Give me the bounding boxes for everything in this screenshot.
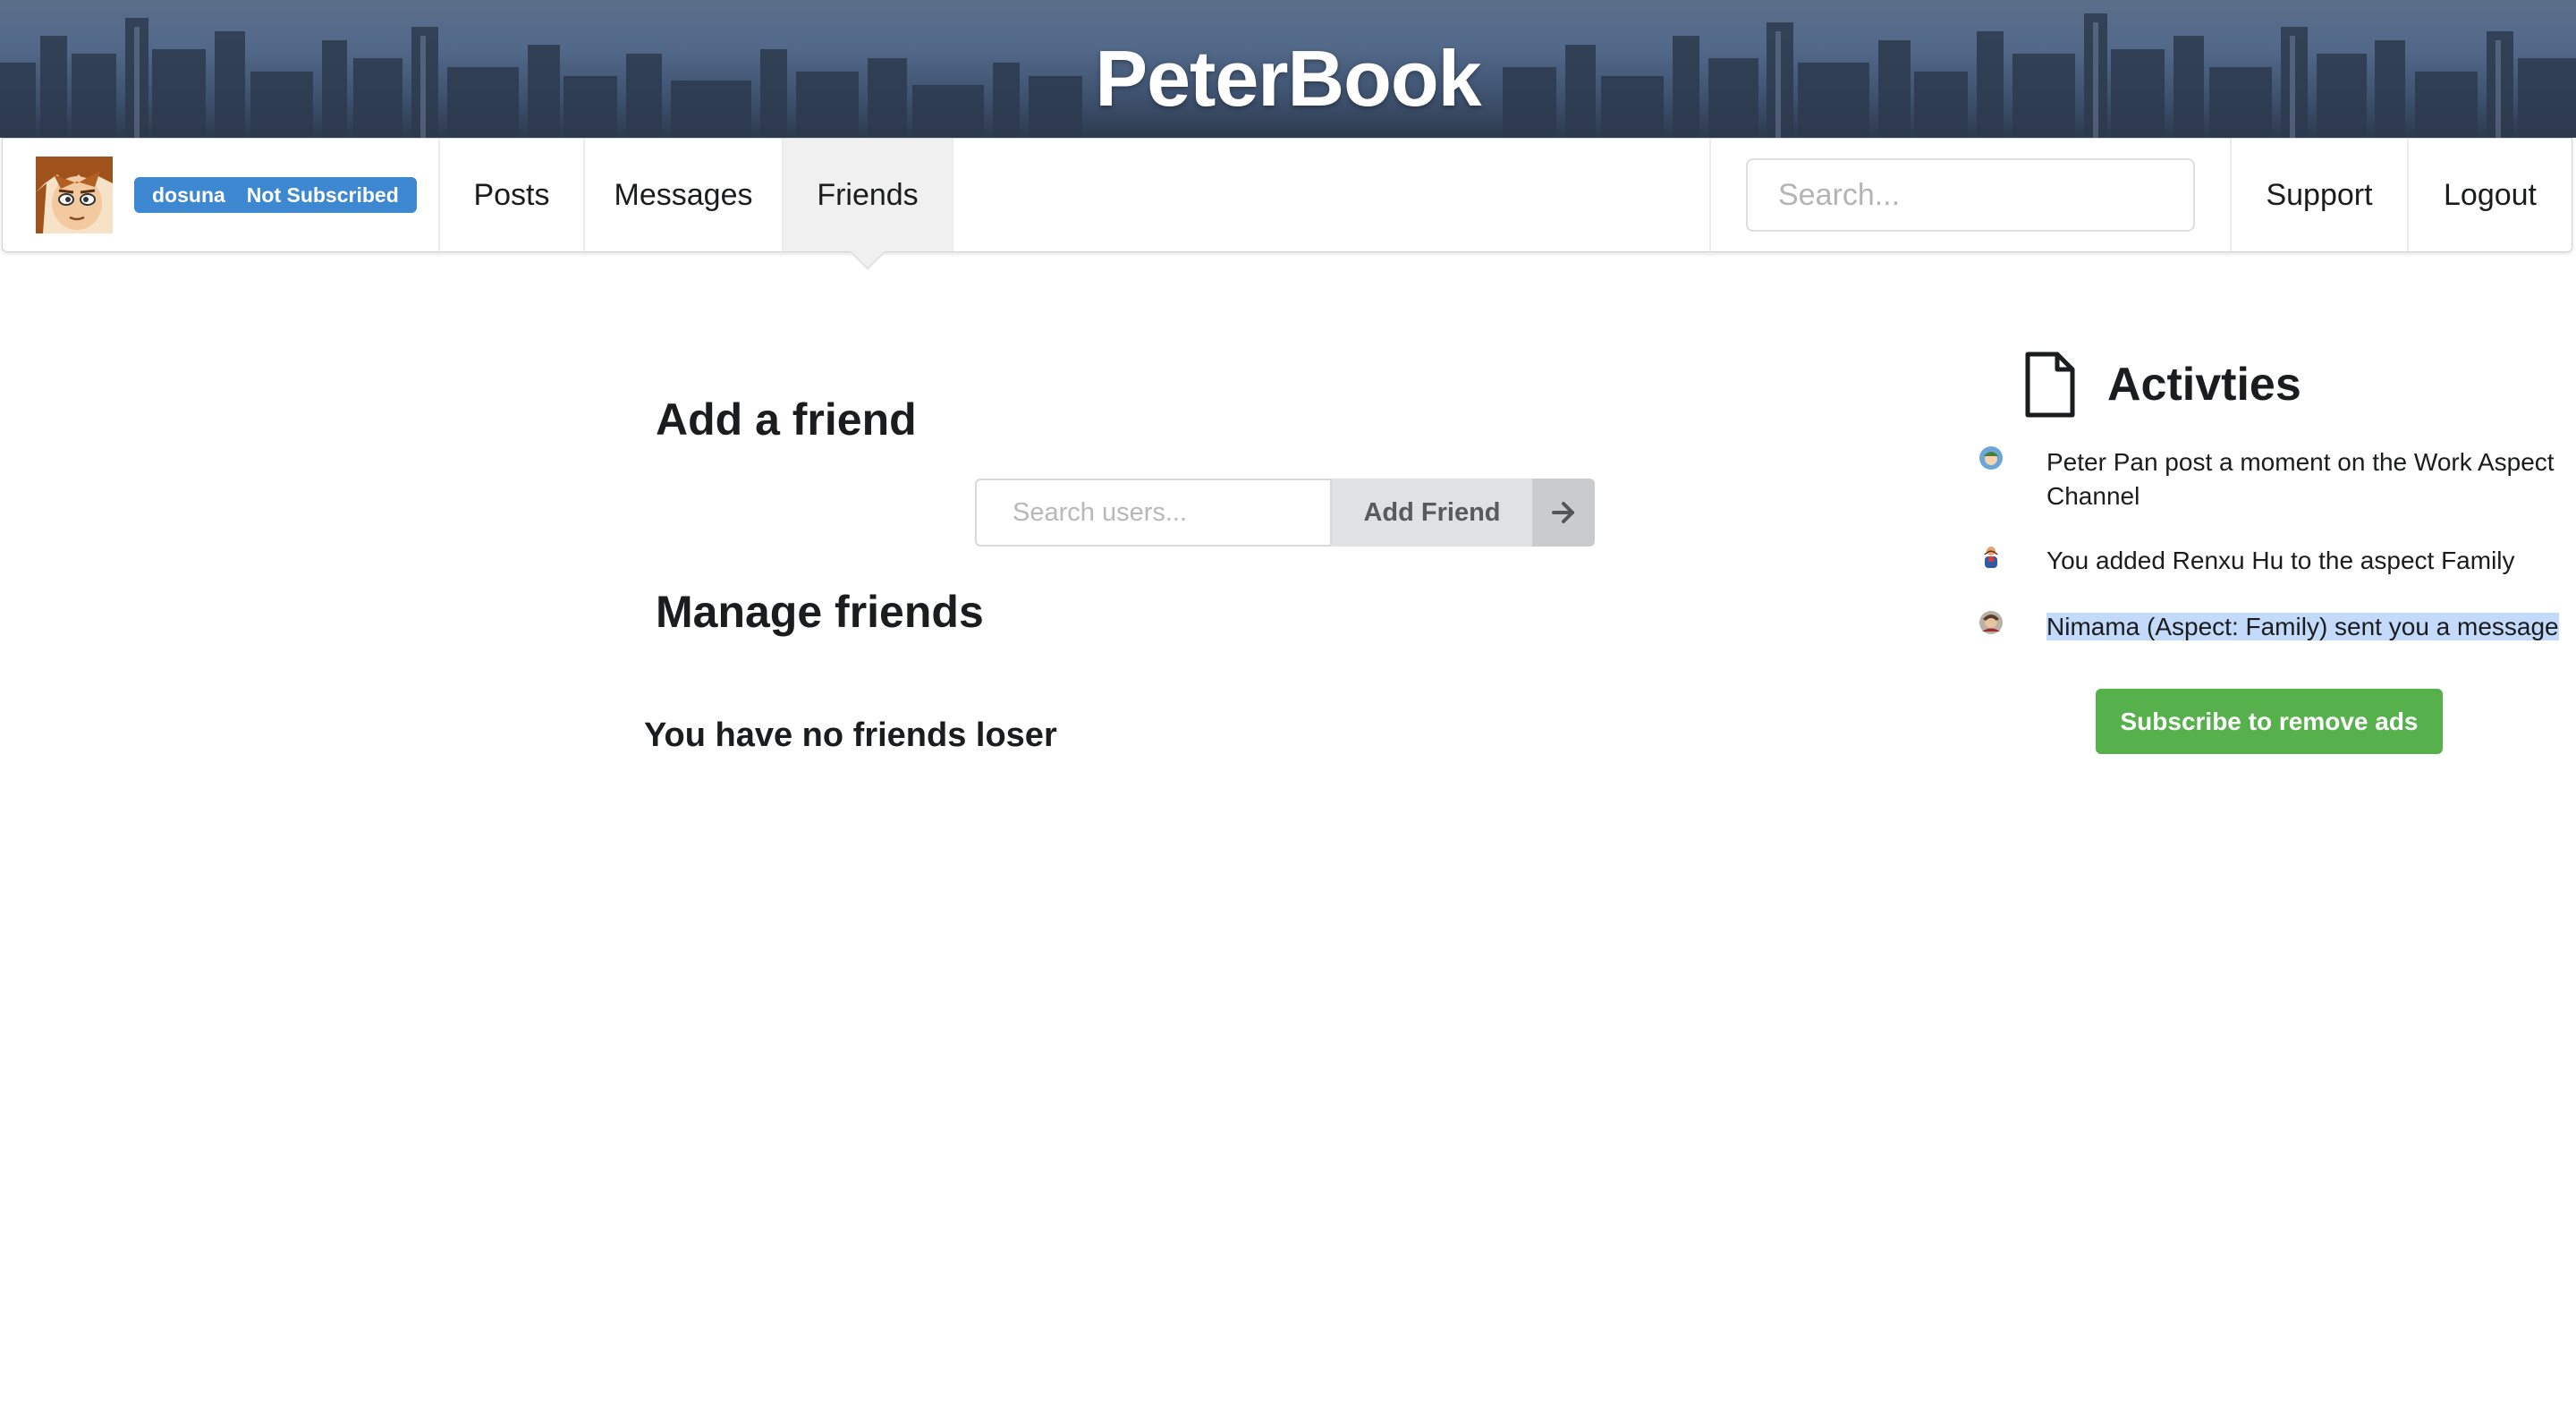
subscription-status: Not Subscribed bbox=[246, 182, 399, 207]
nav-posts[interactable]: Posts bbox=[440, 139, 585, 251]
nav-logout[interactable]: Logout bbox=[2409, 139, 2572, 251]
nav-friends-label: Friends bbox=[817, 177, 919, 212]
nav-messages[interactable]: Messages bbox=[585, 139, 784, 251]
user-avatar[interactable] bbox=[36, 157, 113, 233]
user-avatar-small[interactable] bbox=[1979, 610, 2004, 635]
nav-support[interactable]: Support bbox=[2232, 139, 2409, 251]
nav-messages-label: Messages bbox=[614, 177, 753, 212]
site-title: PeterBook bbox=[1095, 34, 1481, 123]
user-search-field[interactable] bbox=[975, 479, 1352, 547]
user-menu[interactable]: dosuna Not Subscribed bbox=[3, 139, 440, 251]
user-avatar-small[interactable] bbox=[1979, 544, 2004, 569]
site-search-box[interactable] bbox=[1746, 158, 2195, 232]
header-banner: PeterBook bbox=[0, 0, 2576, 138]
user-badge[interactable]: dosuna Not Subscribed bbox=[134, 177, 417, 213]
active-tab-pointer bbox=[850, 234, 886, 270]
site-search bbox=[1709, 139, 2232, 251]
activity-item: Peter Pan post a moment on the Work Aspe… bbox=[1979, 445, 2576, 513]
activity-text: Peter Pan post a moment on the Work Aspe… bbox=[2046, 448, 2555, 510]
nav-friends[interactable]: Friends bbox=[784, 139, 953, 270]
menu-spacer bbox=[953, 139, 1709, 251]
subscribe-button[interactable]: Subscribe to remove ads bbox=[2096, 689, 2443, 754]
activity-item: You added Renxu Hu to the aspect Family bbox=[1979, 544, 2576, 578]
manage-friends-heading: Manage friends bbox=[656, 587, 984, 637]
add-friend-button[interactable]: Add Friend bbox=[1332, 479, 1595, 547]
user-avatar-small[interactable] bbox=[1979, 445, 2004, 470]
add-friend-heading: Add a friend bbox=[656, 394, 917, 445]
activity-text: Nimama (Aspect: Family) sent you a messa… bbox=[2046, 610, 2576, 644]
nav-logout-label: Logout bbox=[2444, 177, 2537, 212]
arrow-right-icon bbox=[1532, 479, 1595, 547]
activity-text: You added Renxu Hu to the aspect Family bbox=[2046, 547, 2515, 574]
document-icon bbox=[2025, 352, 2075, 418]
username-label: dosuna bbox=[152, 182, 225, 207]
add-friend-form: Add Friend bbox=[975, 479, 1595, 547]
activities-header: Activties bbox=[2023, 351, 2301, 419]
nav-support-label: Support bbox=[2266, 177, 2373, 212]
nav-posts-label: Posts bbox=[473, 177, 550, 212]
activity-item: Nimama (Aspect: Family) sent you a messa… bbox=[1979, 610, 2576, 644]
top-menu-bar: dosuna Not Subscribed Posts Messages Fri… bbox=[2, 138, 2572, 270]
activities-title: Activties bbox=[2107, 359, 2301, 411]
empty-friends-message: You have no friends loser bbox=[644, 716, 1057, 754]
site-search-input[interactable] bbox=[1776, 176, 2176, 214]
user-search-input[interactable] bbox=[1011, 496, 1352, 529]
highlighted-activity-text: Nimama (Aspect: Family) sent you a messa… bbox=[2046, 613, 2559, 640]
add-friend-label: Add Friend bbox=[1332, 479, 1532, 547]
